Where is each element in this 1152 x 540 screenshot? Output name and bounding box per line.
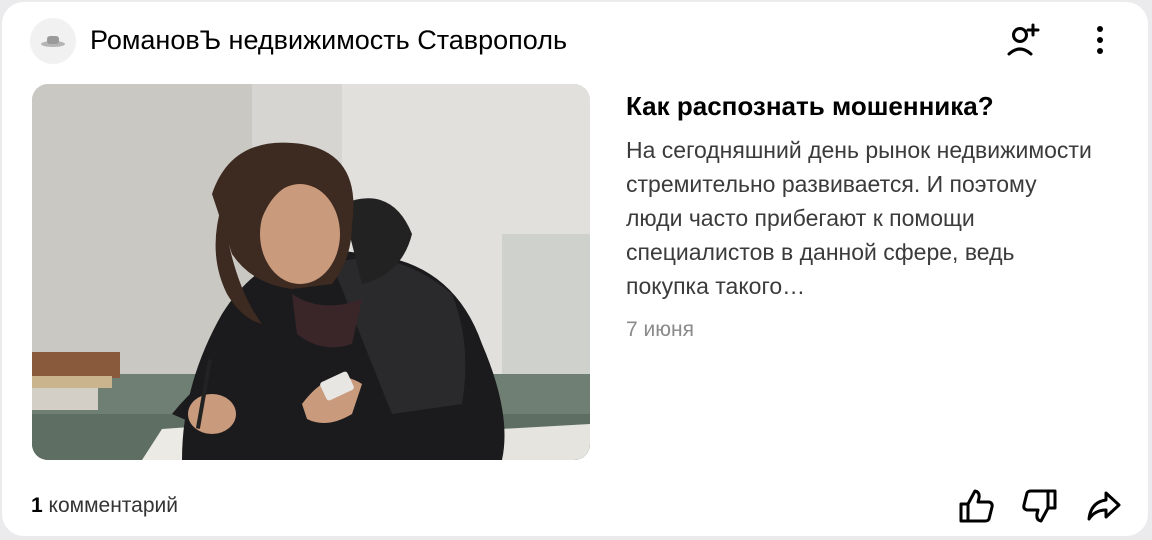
share-arrow-icon — [1087, 491, 1121, 521]
thumbs-down-icon — [1022, 489, 1057, 523]
feed-card: РомановЪ недвижимость Ставрополь Как рас… — [2, 2, 1148, 536]
like-button[interactable] — [954, 486, 998, 526]
comments-label: комментарий — [48, 494, 178, 517]
article-image[interactable] — [32, 84, 590, 460]
article-title[interactable]: Как распознать мошенника? — [626, 90, 1126, 122]
channel-avatar[interactable] — [30, 18, 76, 64]
channel-name[interactable]: РомановЪ недвижимость Ставрополь — [90, 24, 567, 56]
article-snippet[interactable]: На сегодняшний день рынок недвижимости с… — [626, 133, 1096, 303]
article-date: 7 июня — [626, 318, 694, 341]
vertical-dots-icon — [1097, 26, 1103, 54]
hat-logo-icon — [41, 36, 65, 47]
share-button[interactable] — [1082, 486, 1126, 526]
comments-link[interactable]: 1 комментарий — [31, 492, 178, 520]
dislike-button[interactable] — [1018, 486, 1062, 526]
thumbs-up-icon — [959, 489, 994, 523]
subscribe-button[interactable] — [1004, 20, 1044, 60]
more-options-button[interactable] — [1082, 20, 1118, 60]
add-person-icon — [1007, 23, 1040, 56]
card-header: РомановЪ недвижимость Ставрополь — [30, 16, 1128, 64]
comments-count: 1 — [31, 494, 43, 517]
